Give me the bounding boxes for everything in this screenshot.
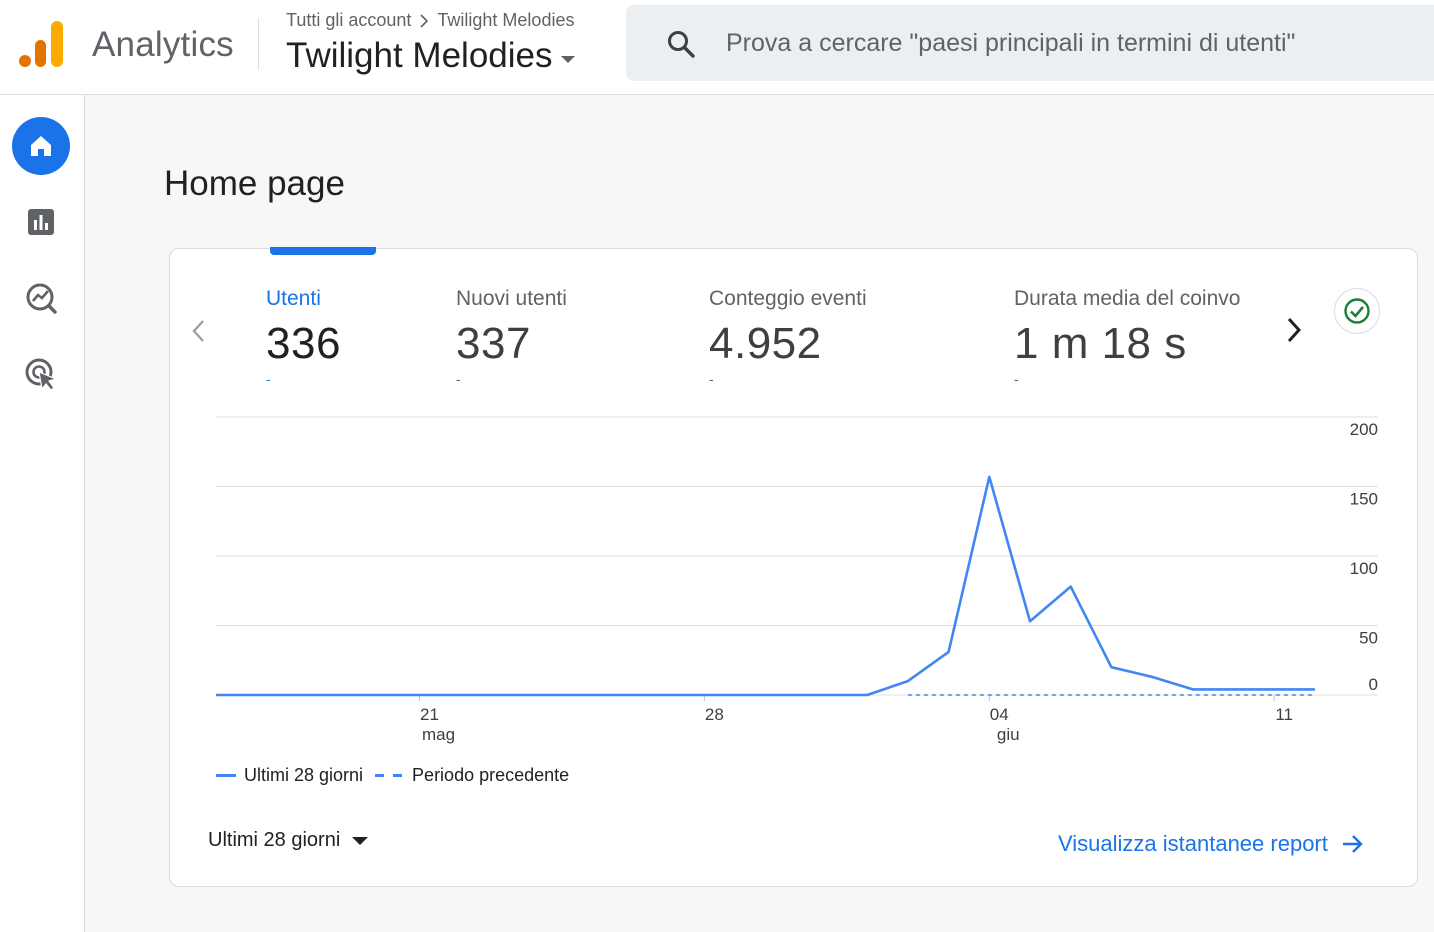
property-name: Twilight Melodies (286, 36, 553, 75)
y-tick-label: 150 (1350, 490, 1378, 509)
view-report-snapshot-link[interactable]: Visualizza istantanee report (1058, 831, 1364, 857)
y-tick-label: 100 (1350, 559, 1378, 578)
product-name: Analytics (92, 25, 234, 64)
legend-swatch-dashed (375, 774, 403, 777)
top-app-bar: Analytics Tutti gli account Twilight Mel… (0, 0, 1434, 95)
x-tick-label: 11 (1275, 705, 1293, 724)
breadcrumb-accounts[interactable]: Tutti gli account (286, 10, 411, 31)
advertising-icon (25, 358, 58, 391)
nav-reports[interactable] (12, 193, 70, 251)
x-tick-label: 21 (420, 705, 439, 724)
x-tick-label: 28 (705, 705, 724, 724)
report-link-label: Visualizza istantanee report (1058, 831, 1328, 856)
series-line-last-28-days (216, 475, 1315, 697)
legend-item-previous: Periodo precedente (412, 765, 570, 785)
home-icon (31, 136, 51, 156)
nav-advertising[interactable] (12, 345, 70, 403)
legend-swatch-solid (216, 774, 236, 777)
search-icon (668, 31, 695, 58)
y-tick-label: 200 (1350, 420, 1378, 439)
date-range-label: Ultimi 28 giorni (208, 829, 341, 851)
search-input[interactable] (726, 25, 1426, 61)
date-range-picker[interactable]: Ultimi 28 giorni (208, 829, 369, 852)
chevron-right-icon (420, 13, 429, 28)
nav-explore[interactable] (12, 269, 70, 327)
reports-icon (28, 209, 54, 235)
breadcrumb-property[interactable]: Twilight Melodies (437, 10, 574, 31)
header-divider (258, 18, 259, 70)
legend-item-current: Ultimi 28 giorni (244, 765, 364, 785)
x-tick-sublabel: mag (422, 725, 455, 744)
explore-icon (26, 283, 57, 314)
users-line-chart: 0 50 100 150 200 21mag 28 04giu 11 (216, 416, 1378, 744)
dropdown-caret-icon (352, 836, 369, 845)
dropdown-caret-icon (560, 55, 575, 63)
x-tick-sublabel: giu (997, 725, 1020, 744)
nav-home[interactable] (12, 117, 70, 175)
arrow-right-icon (1342, 835, 1363, 853)
chart-legend: Ultimi 28 giorni Periodo precedente (216, 765, 569, 786)
left-nav (0, 95, 85, 932)
y-tick-label: 0 (1369, 675, 1378, 694)
x-tick-label: 04 (990, 705, 1009, 724)
y-tick-label: 50 (1359, 629, 1378, 648)
overview-card: Utenti 336 - Nuovi utenti 337 - Conteggi… (169, 247, 1418, 887)
page-title: Home page (164, 164, 345, 203)
breadcrumb: Tutti gli account Twilight Melodies (286, 10, 574, 31)
search-bar[interactable] (626, 5, 1434, 81)
property-picker[interactable]: Twilight Melodies (286, 36, 575, 76)
analytics-logo[interactable] (18, 20, 64, 68)
